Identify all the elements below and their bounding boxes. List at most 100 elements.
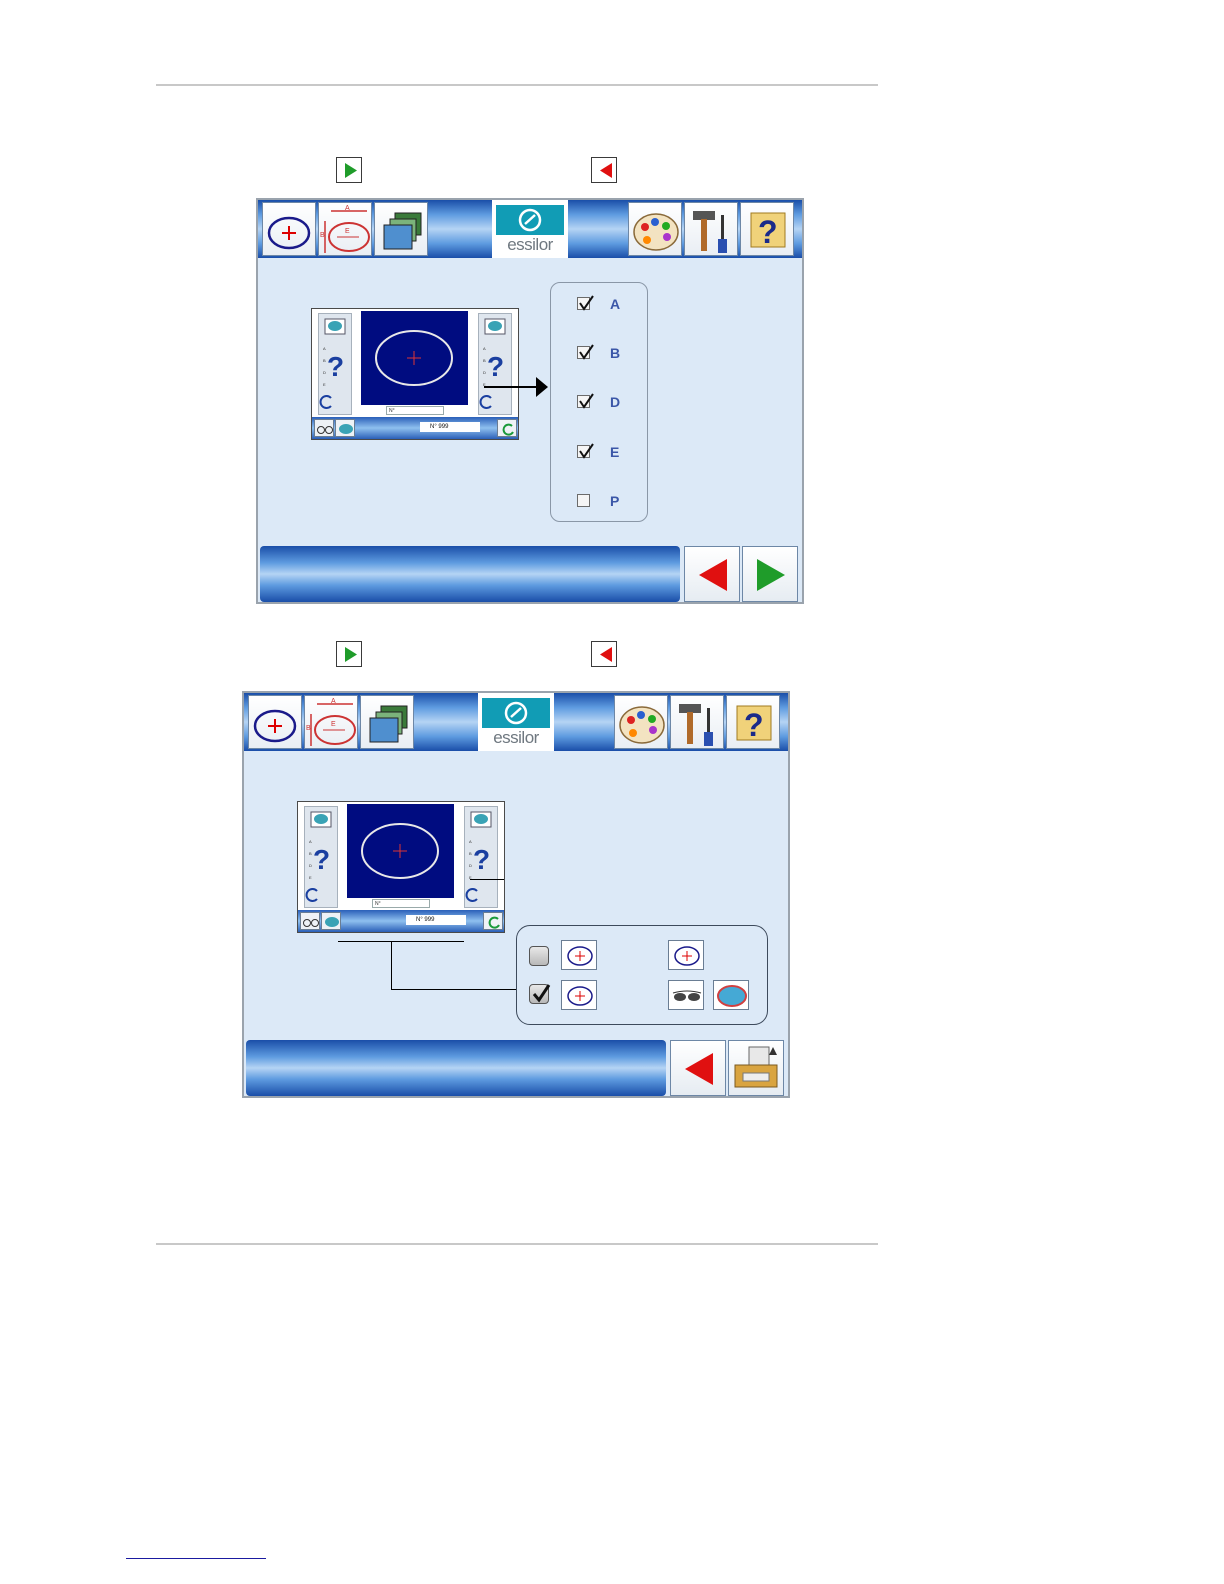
job-number: N° 999 — [420, 422, 480, 432]
print-button[interactable] — [728, 1040, 784, 1096]
print-options-panel — [516, 925, 768, 1025]
callout-horizontal — [391, 989, 517, 990]
previous-arrow-icon — [699, 559, 727, 591]
next-button[interactable] — [742, 546, 798, 602]
previous-button[interactable] — [670, 1040, 726, 1096]
svg-text:B: B — [469, 851, 472, 856]
print-option-2-checkbox[interactable] — [529, 984, 551, 1004]
help-button[interactable]: ? — [740, 202, 794, 256]
new-job-icon — [267, 216, 311, 250]
print-option-1-checkbox[interactable] — [529, 946, 549, 966]
colored-lens-icon — [713, 980, 749, 1010]
job-preview-thumbnail: A B D E? A B D E? N° N° 999 — [311, 308, 519, 440]
callout-vertical — [391, 941, 392, 989]
lens-icon — [321, 912, 341, 930]
refresh-icon — [497, 419, 517, 437]
option-e-checkbox[interactable] — [577, 443, 594, 459]
option-b-checkbox[interactable] — [577, 344, 594, 360]
essilor-logo: essilor — [478, 693, 554, 751]
folders-button[interactable] — [360, 695, 414, 749]
tools-button[interactable] — [684, 202, 738, 256]
option-b-label: B — [610, 345, 621, 361]
callout-line-right — [470, 879, 504, 880]
svg-text:E: E — [323, 382, 326, 387]
bottom-bar — [260, 546, 680, 602]
left-lens-panel: A B D E? — [318, 313, 352, 415]
number-field: N° — [372, 899, 430, 908]
next-arrow-icon — [757, 559, 785, 591]
svg-text:B: B — [320, 232, 325, 239]
job-preview-thumbnail: A B D E? A B D E? N° N° 999 — [297, 801, 505, 933]
bottom-rule — [156, 1243, 878, 1245]
svg-text:B: B — [323, 358, 326, 363]
top-toolbar: A B E essilor ? — [258, 200, 802, 258]
svg-text:D: D — [309, 863, 312, 868]
svg-text:D: D — [483, 370, 486, 375]
lens-icon — [668, 940, 704, 970]
new-job-button[interactable] — [262, 202, 316, 256]
mini-bottom-bar: N° 999 — [298, 910, 504, 932]
right-lens-panel: A B D E? — [464, 806, 498, 908]
device-screen-2: A B E essilor ? A B D E? A B D E? N° N° 99… — [242, 691, 790, 1098]
svg-text:A: A — [469, 839, 472, 844]
top-rule — [156, 84, 878, 86]
svg-text:A: A — [309, 839, 312, 844]
option-d-label: D — [610, 394, 621, 410]
bottom-bar — [246, 1040, 666, 1096]
right-lens-panel: A B D E? — [478, 313, 512, 415]
callout-line — [484, 386, 538, 388]
left-lens-panel: A B D E? — [304, 806, 338, 908]
previous-arrow-icon — [591, 157, 617, 183]
svg-text:B: B — [483, 358, 486, 363]
logo-text: essilor — [507, 235, 553, 254]
new-job-button[interactable] — [248, 695, 302, 749]
logo-text: essilor — [493, 728, 539, 747]
shape-dimensions-button[interactable]: A B E — [318, 202, 372, 256]
option-a-checkbox[interactable] — [577, 295, 594, 311]
tools-icon — [679, 704, 713, 746]
palette-icon — [633, 213, 679, 251]
tools-button[interactable] — [670, 695, 724, 749]
shape-dimensions-button[interactable]: A B E — [304, 695, 358, 749]
option-d-checkbox[interactable] — [577, 393, 594, 409]
svg-text:E: E — [331, 721, 336, 728]
svg-text:A: A — [483, 346, 486, 351]
previous-button[interactable] — [684, 546, 740, 602]
next-arrow-icon — [336, 641, 362, 667]
next-arrow-icon — [336, 157, 362, 183]
top-toolbar: A B E essilor ? — [244, 693, 788, 751]
device-screen-1: ABE essilor ? A B D E? A B D E? N° N° 99… — [256, 198, 804, 604]
option-a-label: A — [610, 296, 621, 312]
shape-dimensions-icon: A B E — [306, 698, 356, 746]
svg-text:?: ? — [313, 844, 330, 875]
folders-button[interactable] — [374, 202, 428, 256]
svg-text:A: A — [323, 346, 326, 351]
svg-text:D: D — [469, 863, 472, 868]
shape-display — [347, 804, 454, 898]
svg-text:?: ? — [327, 351, 344, 382]
glasses-icon — [668, 980, 704, 1010]
svg-text:B: B — [309, 851, 312, 856]
shape-display — [361, 311, 468, 405]
svg-text:?: ? — [744, 707, 764, 743]
svg-text:?: ? — [473, 844, 490, 875]
job-number: N° 999 — [406, 915, 466, 925]
palette-button[interactable] — [614, 695, 668, 749]
svg-text:B: B — [306, 725, 311, 732]
svg-text:E: E — [309, 875, 312, 880]
help-button[interactable]: ? — [726, 695, 780, 749]
footer-underline — [126, 1558, 266, 1559]
palette-icon — [619, 706, 665, 744]
lens-icon — [335, 419, 355, 437]
lens-icon — [561, 980, 597, 1010]
tools-icon — [693, 211, 727, 253]
glasses-icon — [300, 912, 320, 930]
palette-button[interactable] — [628, 202, 682, 256]
svg-text:A: A — [345, 205, 350, 212]
svg-text:?: ? — [758, 214, 778, 250]
help-icon: ? — [750, 212, 786, 250]
option-p-checkbox[interactable] — [577, 494, 590, 507]
folders-icon — [369, 705, 408, 743]
svg-text:E: E — [345, 228, 350, 235]
glasses-icon — [314, 419, 334, 437]
